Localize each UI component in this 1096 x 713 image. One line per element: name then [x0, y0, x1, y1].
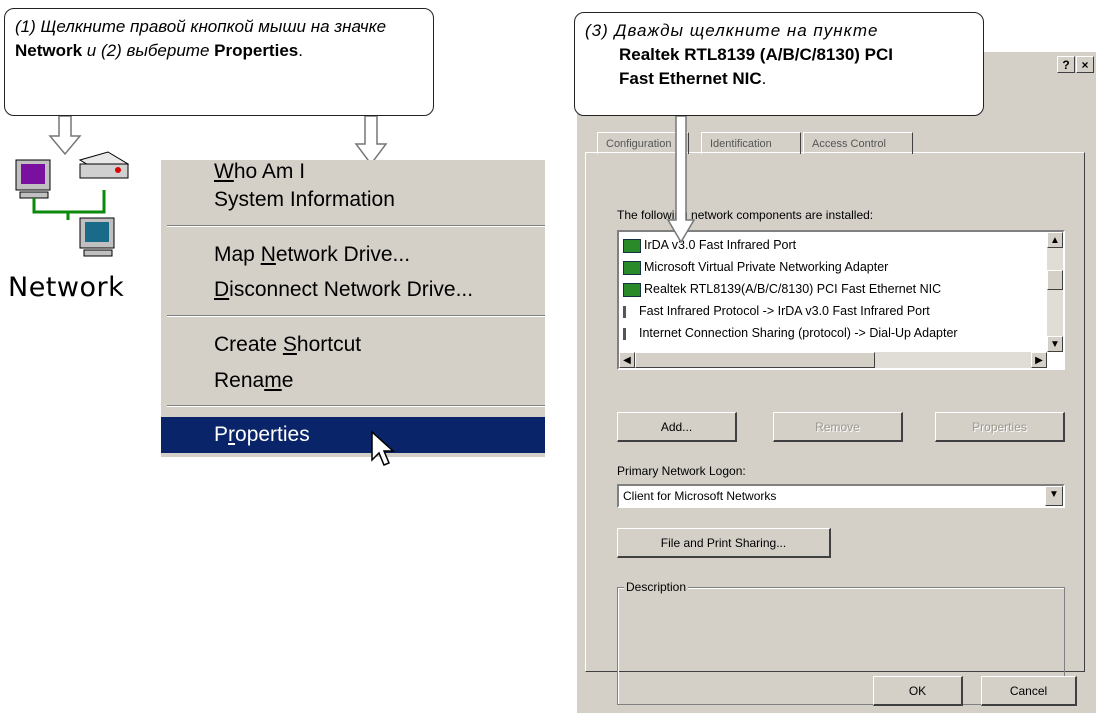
callout1-period: .: [298, 41, 303, 60]
menu-item-text: System Information: [214, 188, 395, 211]
network-adapter-icon: [623, 260, 641, 275]
protocol-icon: [623, 305, 636, 318]
hollow-arrow-down-icon: [354, 116, 388, 166]
scroll-right-arrow-icon[interactable]: ▶: [1031, 352, 1047, 368]
protocol-icon: [623, 327, 636, 340]
menu-item-mnemonic: N: [260, 243, 276, 266]
menu-item-text: Create: [214, 333, 283, 356]
callout1-bold-network: Network: [15, 41, 83, 60]
menu-item-mnemonic: m: [264, 369, 282, 392]
tab-access-control[interactable]: Access Control: [803, 132, 913, 154]
tab-identification[interactable]: Identification: [701, 132, 801, 154]
instruction-callout-3: (3) Дважды щелкните на пункте Realtek RT…: [574, 12, 984, 116]
vertical-scrollbar[interactable]: ▲ ▼: [1047, 232, 1063, 352]
list-item-realtek-nic[interactable]: Realtek RTL8139(A/B/C/8130) PCI Fast Eth…: [623, 278, 941, 300]
callout1-text-a: (1) Щелкните правой кнопкой мыши на знач…: [15, 17, 387, 36]
network-neighborhood-icon: [15, 151, 130, 257]
help-button[interactable]: ?: [1057, 56, 1075, 73]
menu-item-mnemonic: D: [214, 278, 230, 301]
instruction-callout-1: (1) Щелкните правой кнопкой мыши на знач…: [4, 8, 434, 116]
horizontal-scrollbar[interactable]: ◀ ▶: [619, 352, 1047, 368]
list-item[interactable]: IrDA v3.0 Fast Infrared Port: [623, 234, 796, 256]
chevron-down-icon[interactable]: ▼: [1045, 486, 1063, 506]
menu-separator: [167, 405, 545, 407]
menu-item-text: operties: [235, 423, 310, 446]
description-label: Description: [624, 580, 689, 594]
menu-item-map-network-drive[interactable]: Map Network Drive...: [161, 237, 545, 273]
scroll-up-arrow-icon[interactable]: ▲: [1047, 232, 1063, 248]
list-item-label: Microsoft Virtual Private Networking Ada…: [644, 260, 889, 274]
menu-item-text: Map: [214, 243, 261, 266]
scroll-thumb[interactable]: [1047, 270, 1063, 290]
add-button[interactable]: Add...: [617, 412, 737, 442]
close-button[interactable]: ×: [1076, 56, 1094, 73]
scroll-down-arrow-icon[interactable]: ▼: [1047, 336, 1063, 352]
menu-separator: [167, 315, 545, 317]
callout3-bold-realtek: Realtek RTL8139 (A/B/C/8130) PCI: [619, 45, 893, 64]
menu-item-text: ho Am I: [233, 160, 306, 183]
menu-item-text: hortcut: [296, 333, 362, 356]
menu-item-properties[interactable]: Properties: [161, 417, 545, 453]
menu-item-mnemonic: r: [228, 423, 236, 446]
network-properties-dialog: ? × Configuration Identification Access …: [575, 50, 1096, 713]
network-adapter-icon: [623, 238, 641, 253]
callout1-text-b: и (2) выберите: [82, 41, 215, 60]
list-item-label: Internet Connection Sharing (protocol) -…: [639, 326, 958, 340]
menu-item-text: Rena: [214, 369, 265, 392]
ok-button[interactable]: OK: [873, 676, 963, 706]
primary-logon-label: Primary Network Logon:: [617, 464, 746, 478]
properties-button[interactable]: Properties: [935, 412, 1065, 442]
menu-item-text: P: [214, 423, 229, 446]
list-item[interactable]: Microsoft Virtual Private Networking Ada…: [623, 256, 888, 278]
cancel-button[interactable]: Cancel: [981, 676, 1077, 706]
menu-separator: [167, 225, 545, 227]
scroll-thumb[interactable]: [635, 352, 875, 368]
network-icon-label: Network: [8, 272, 125, 303]
list-item-label: Realtek RTL8139(A/B/C/8130) PCI Fast Eth…: [644, 282, 942, 296]
menu-item-text: etwork Drive...: [275, 243, 411, 266]
callout3-bold-fast-ethernet: Fast Ethernet NIC: [619, 69, 762, 88]
scroll-left-arrow-icon[interactable]: ◀: [619, 352, 635, 368]
remove-button[interactable]: Remove: [773, 412, 903, 442]
callout1-bold-properties: Properties: [214, 41, 299, 60]
menu-item-system-information[interactable]: System Information: [161, 182, 545, 218]
menu-item-rename[interactable]: Rename: [161, 363, 545, 399]
network-adapter-icon: [623, 282, 641, 297]
menu-item-create-shortcut[interactable]: Create Shortcut: [161, 327, 545, 363]
file-and-print-sharing-button[interactable]: File and Print Sharing...: [617, 528, 831, 558]
menu-item-text: isconnect Network Drive...: [229, 278, 474, 301]
network-components-list[interactable]: IrDA v3.0 Fast Infrared Port Microsoft V…: [617, 230, 1065, 370]
callout3-period: .: [761, 69, 767, 88]
menu-item-mnemonic: W: [214, 160, 234, 183]
menu-item-mnemonic: S: [282, 333, 297, 356]
list-item[interactable]: Fast Infrared Protocol -> IrDA v3.0 Fast…: [623, 300, 930, 322]
hollow-arrow-down-icon: [666, 116, 696, 244]
list-item[interactable]: Internet Connection Sharing (protocol) -…: [623, 322, 958, 344]
network-desktop-icon[interactable]: Network: [8, 150, 158, 310]
list-item-label: Fast Infrared Protocol -> IrDA v3.0 Fast…: [639, 304, 930, 318]
context-menu: Who Am I System Information Map Network …: [160, 160, 545, 457]
primary-logon-select[interactable]: Client for Microsoft Networks ▼: [617, 484, 1065, 508]
menu-item-text: e: [281, 369, 294, 392]
callout3-text-a: (3) Дважды щелкните на пункте: [585, 21, 879, 40]
components-list-label: The following network components are ins…: [617, 208, 874, 222]
mouse-pointer-icon: [371, 430, 395, 466]
primary-logon-value: Client for Microsoft Networks: [623, 489, 777, 503]
menu-item-disconnect-network-drive[interactable]: Disconnect Network Drive...: [161, 272, 545, 308]
